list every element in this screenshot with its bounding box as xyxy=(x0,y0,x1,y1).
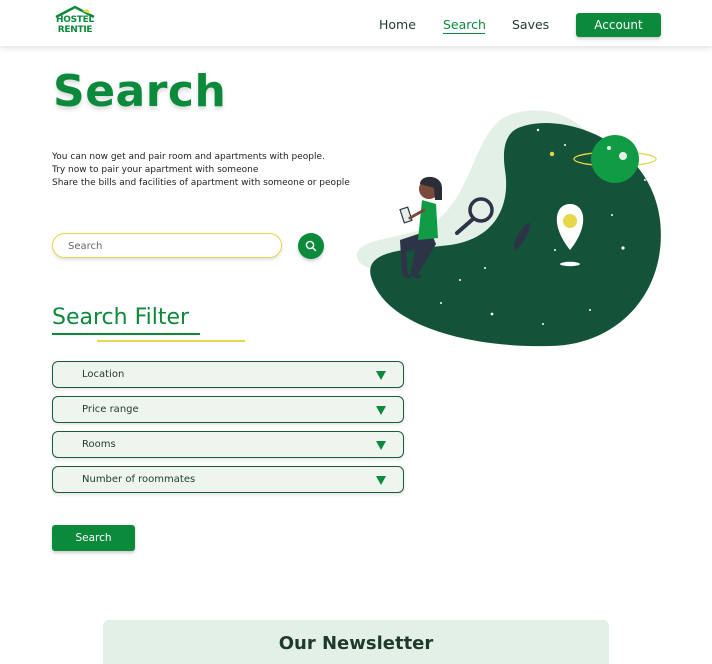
search-submit-button[interactable] xyxy=(298,233,324,259)
intro-line: Share the bills and facilities of apartm… xyxy=(52,178,350,188)
newsletter-heading: Our Newsletter xyxy=(278,633,434,654)
top-navbar: HOSTEL RENTIE Home Search Saves Account xyxy=(0,0,712,46)
search-icon xyxy=(305,240,317,252)
search-illustration xyxy=(356,110,661,347)
search-field-wrapper xyxy=(52,233,282,258)
dropdown-label: Number of roommates xyxy=(82,474,196,485)
search-filter-heading: Search Filter xyxy=(52,305,190,330)
logo-line-1: HOSTEL xyxy=(56,15,94,25)
roommates-dropdown[interactable]: Number of roommates xyxy=(52,466,404,493)
account-button[interactable]: Account xyxy=(576,13,661,37)
logo-line-2: RENTIE xyxy=(57,25,93,35)
newsletter-section: Our Newsletter xyxy=(103,620,609,664)
intro-line: Try now to pair your apartment with some… xyxy=(52,165,259,175)
location-dropdown[interactable]: Location xyxy=(52,361,404,388)
logo-text: HOSTEL RENTIE xyxy=(52,15,98,35)
nav-search-link[interactable]: Search xyxy=(443,17,486,32)
chevron-down-icon xyxy=(376,406,386,415)
heading-underline-green xyxy=(52,333,200,335)
chevron-down-icon xyxy=(376,476,386,485)
intro-line: You can now get and pair room and apartm… xyxy=(52,152,325,162)
dropdown-label: Price range xyxy=(82,404,139,415)
dropdown-label: Rooms xyxy=(82,439,116,450)
active-nav-underline xyxy=(443,33,485,34)
price-range-dropdown[interactable]: Price range xyxy=(52,396,404,423)
nav-home-link[interactable]: Home xyxy=(379,17,416,32)
chevron-down-icon xyxy=(376,441,386,450)
heading-underline-yellow xyxy=(97,340,245,342)
page-title: Search xyxy=(53,66,227,117)
nav-saves-link[interactable]: Saves xyxy=(512,17,549,32)
chevron-down-icon xyxy=(376,371,386,380)
filter-search-button[interactable]: Search xyxy=(52,525,135,551)
search-input[interactable] xyxy=(53,235,281,258)
rooms-dropdown[interactable]: Rooms xyxy=(52,431,404,458)
dropdown-label: Location xyxy=(82,369,125,380)
intro-text: You can now get and pair room and apartm… xyxy=(52,151,350,190)
hostel-rentie-logo[interactable]: HOSTEL RENTIE xyxy=(52,5,98,39)
